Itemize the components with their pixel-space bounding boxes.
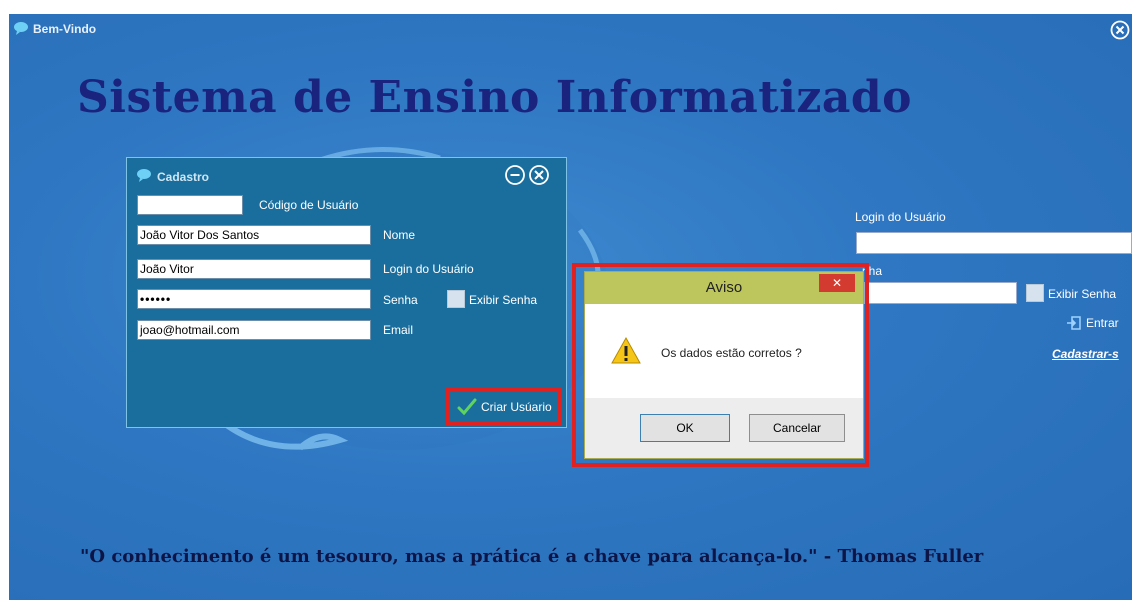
login-show-password-checkbox[interactable] [1026, 284, 1044, 302]
footer-quote: "O conhecimento é um tesouro, mas a prát… [80, 546, 984, 567]
codigo-usuario-label: Código de Usuário [259, 198, 359, 212]
login-user-label: Login do Usuário [855, 210, 946, 224]
show-password-label: Exibir Senha [469, 293, 538, 307]
cadastro-title: Cadastro [157, 170, 210, 184]
create-user-button[interactable]: Criar Usúario [445, 388, 561, 426]
show-password-checkbox[interactable] [447, 290, 465, 308]
login-password-input[interactable] [864, 282, 1017, 304]
dialog-footer: OK Cancelar [585, 398, 863, 458]
cadastro-window: Cadastro Código de Usuário João Vitor Do… [126, 157, 567, 428]
cancel-button[interactable]: Cancelar [749, 414, 845, 442]
email-label: Email [383, 323, 414, 337]
dialog-title-bar: Aviso ✕ [585, 272, 863, 304]
checkmark-icon [457, 398, 477, 416]
nome-label: Nome [383, 228, 416, 242]
aviso-dialog: Aviso ✕ Os dados estão corretos ? OK Can… [584, 271, 864, 459]
senha-input[interactable]: •••••• [137, 289, 371, 309]
login-show-password-label: Exibir Senha [1048, 287, 1117, 301]
app-logo-icon [14, 22, 28, 35]
title-bar: Bem-Vindo [9, 14, 1132, 44]
dialog-close-button[interactable]: ✕ [819, 274, 855, 292]
nome-input[interactable]: João Vitor Dos Santos [137, 225, 371, 245]
login-label: Login do Usuário [383, 262, 474, 276]
app-logo-icon [137, 169, 151, 182]
codigo-usuario-input[interactable] [137, 195, 243, 215]
enter-label: Entrar [1086, 316, 1119, 330]
close-circle-icon[interactable] [528, 164, 550, 186]
enter-icon [1067, 316, 1081, 330]
enter-button[interactable]: Entrar [1066, 315, 1119, 331]
register-link[interactable]: Cadastrar-s [1052, 347, 1119, 361]
login-input[interactable]: João Vitor [137, 259, 371, 279]
email-input[interactable]: joao@hotmail.com [137, 320, 371, 340]
minimize-circle-icon[interactable] [504, 164, 526, 186]
close-circle-icon[interactable] [1110, 20, 1130, 40]
login-user-input[interactable] [856, 232, 1132, 254]
app-heading: Sistema de Ensino Informatizado [77, 72, 912, 123]
dialog-message: Os dados estão corretos ? [661, 346, 802, 360]
ok-button[interactable]: OK [640, 414, 730, 442]
create-user-label: Criar Usúario [481, 400, 552, 414]
window-title: Bem-Vindo [33, 22, 97, 36]
senha-label: Senha [383, 293, 418, 307]
warning-icon [611, 336, 641, 364]
